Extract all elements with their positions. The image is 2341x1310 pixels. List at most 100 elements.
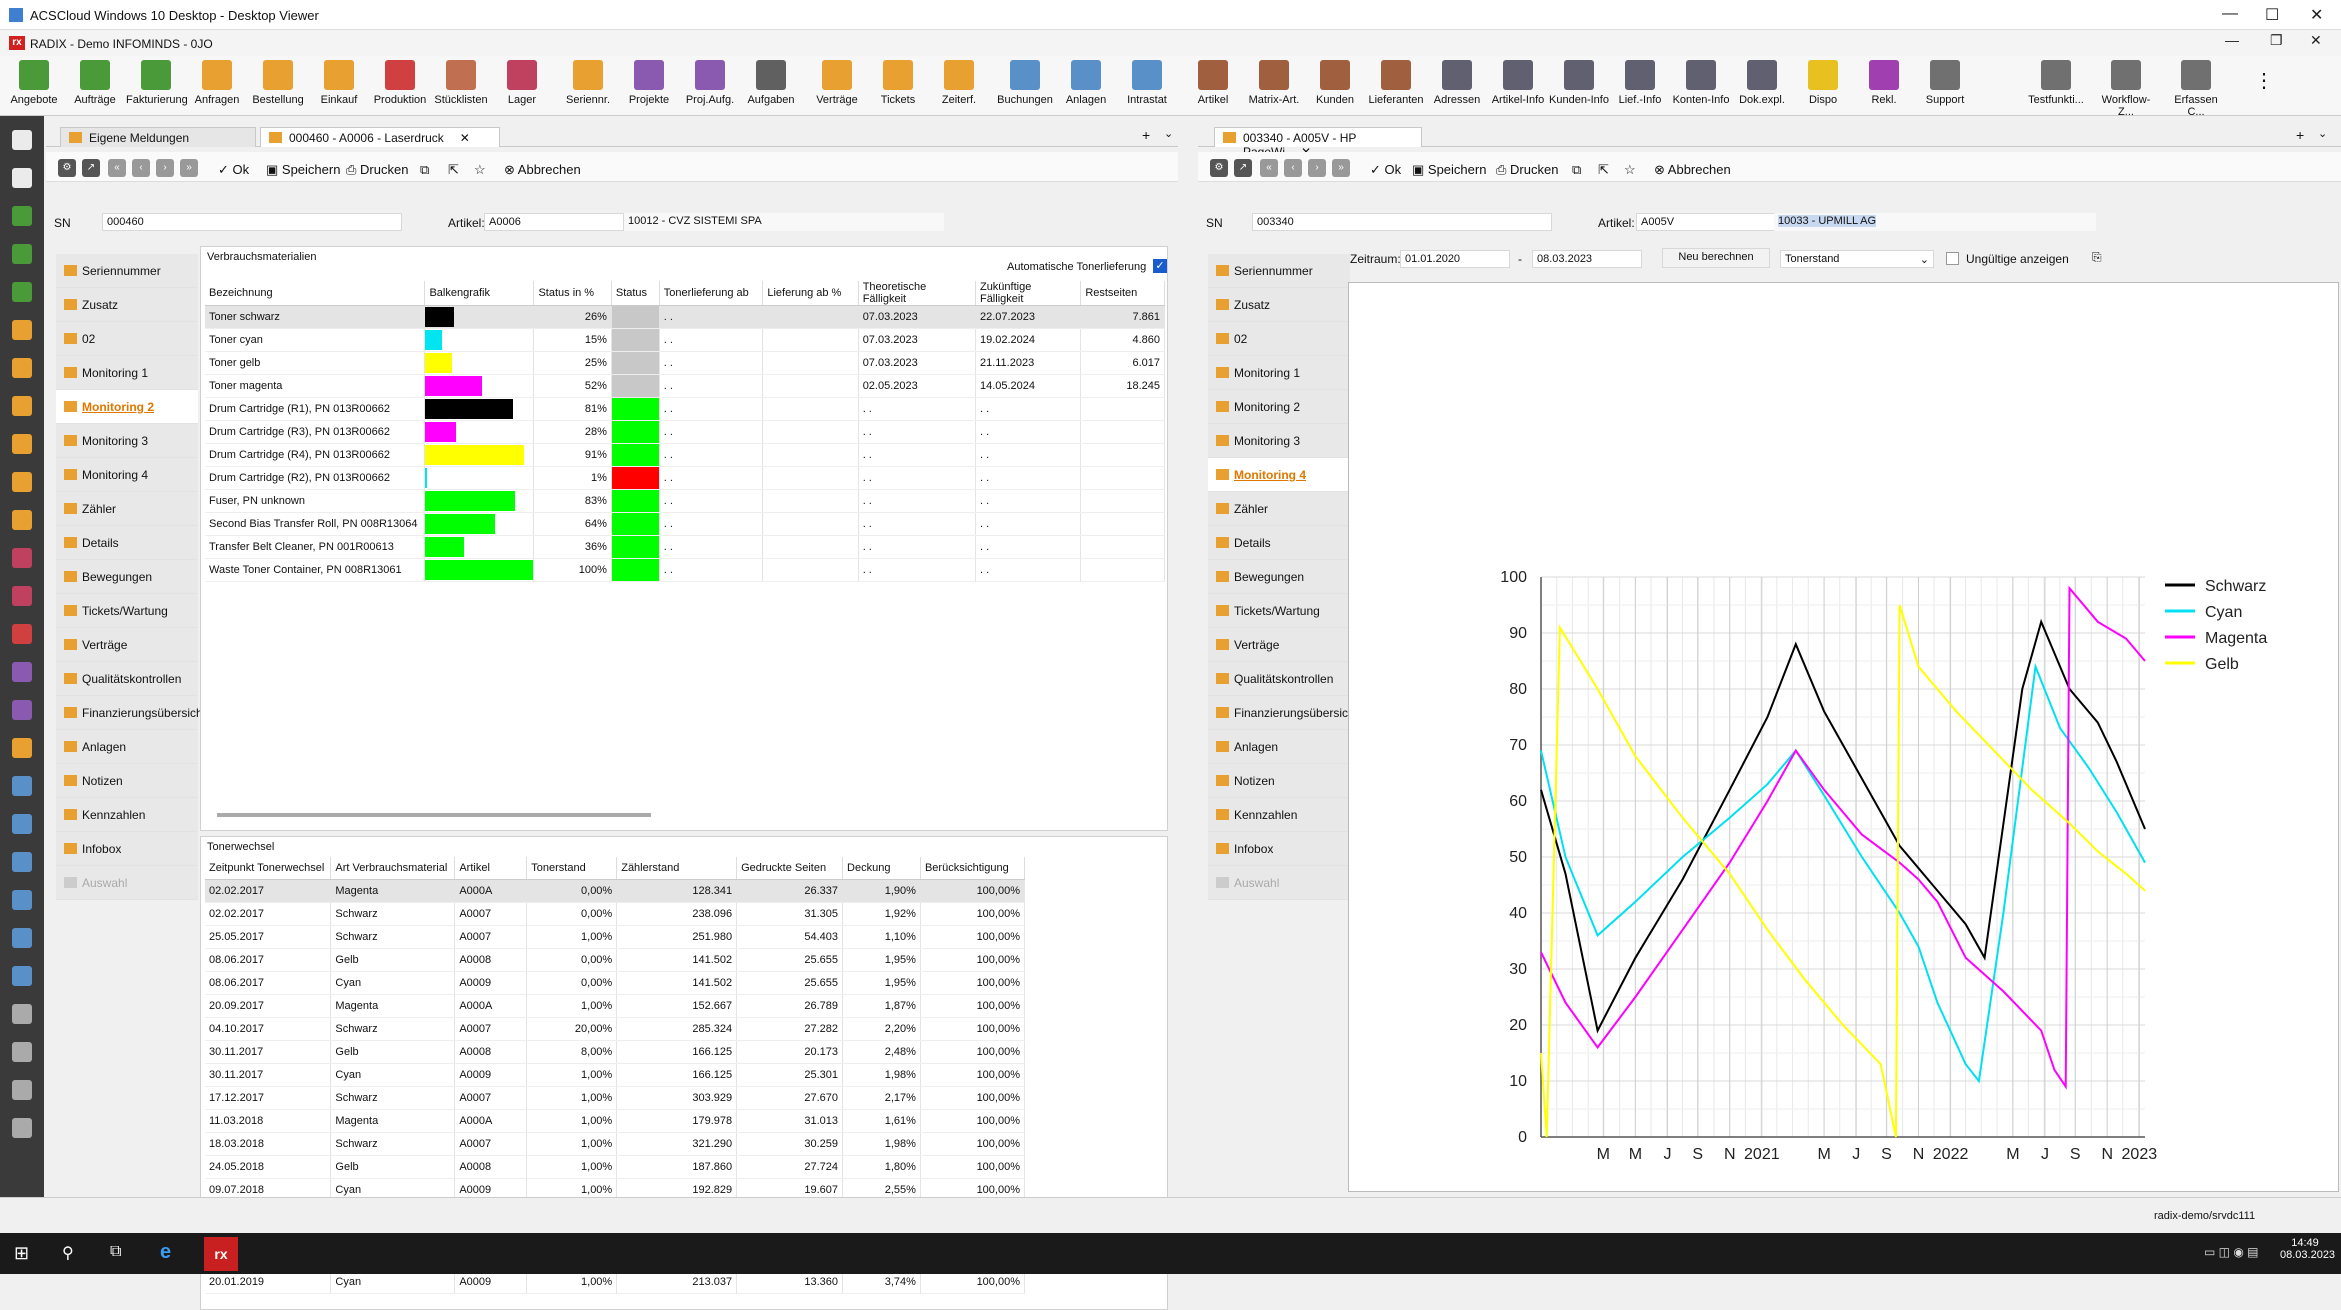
sn-field[interactable]: 000460 [102,213,402,231]
column-header[interactable]: Status in % [533,281,612,306]
sidebar-item-02[interactable]: 02 [1208,322,1350,356]
close-icon[interactable]: ✕ [2310,5,2323,25]
nav-rail-icon-5[interactable] [12,320,32,340]
sidebar-item-zähler[interactable]: Zähler [56,492,198,526]
nav-rail-icon-11[interactable] [12,548,32,568]
sidebar-item-zusatz[interactable]: Zusatz [56,288,198,322]
table-row[interactable]: 11.03.2018 Magenta A000A 1,00% 179.978 31.013… [205,1109,1026,1133]
toolbar-erfassen-c--button[interactable]: Erfassen C... [2166,60,2226,118]
share-icon[interactable]: ↗ [1234,159,1252,177]
sidebar-item-auswahl[interactable]: Auswahl [56,866,198,900]
sidebar-item-monitoring-2[interactable]: Monitoring 2 [56,390,198,424]
toolbar-adressen-button[interactable]: Adressen [1427,60,1487,106]
nav-rail-icon-9[interactable] [12,472,32,492]
tab-close-icon[interactable]: ✕ [460,131,470,145]
toolbar-tickets-button[interactable]: Tickets [868,60,928,106]
chart-settings-icon[interactable]: ⎘ [2092,250,2102,265]
toolbar-konten-info-button[interactable]: Konten-Info [1671,60,1731,106]
toolbar-proj-aufg--button[interactable]: Proj.Aufg. [680,60,740,106]
nav-rail-icon-16[interactable] [12,738,32,758]
invalid-checkbox[interactable] [1946,252,1959,265]
column-header[interactable]: Tonerlieferung ab [659,281,764,306]
recalculate-button[interactable]: Neu berechnen [1662,248,1770,268]
first-record-icon[interactable]: « [1260,159,1278,177]
table-row[interactable]: 20.09.2017 Magenta A000A 1,00% 152.667 26.789… [205,994,1026,1018]
save-button[interactable]: ▣ Speichern [1412,162,1486,178]
table-row[interactable]: 30.11.2017 Gelb A0008 8,00% 166.125 20.173 2,4… [205,1040,1026,1064]
tab-menu-chevron-icon[interactable]: ⌄ [1164,127,1173,140]
toolbar-kunden-button[interactable]: Kunden [1305,60,1365,106]
date-to-field[interactable]: 08.03.2023 [1532,250,1642,268]
table-row[interactable]: Fuser, PN unknown 83%. .. .. . [205,489,1165,513]
sidebar-item-qualitätskontrollen[interactable]: Qualitätskontrollen [1208,662,1350,696]
nav-rail-icon-1[interactable] [12,168,32,188]
sidebar-item-finanzierungsübersicht[interactable]: Finanzierungsübersicht [1208,696,1358,730]
sidebar-item-finanzierungsübersicht[interactable]: Finanzierungsübersicht [56,696,206,730]
windows-start-icon[interactable]: ⊞ [14,1243,29,1264]
column-header[interactable]: Zeitpunkt Tonerwechsel [205,857,332,880]
toolbar-artikel-button[interactable]: Artikel [1183,60,1243,106]
table-row[interactable]: Drum Cartridge (R4), PN 013R00662 91% . ..… [205,443,1165,467]
sidebar-item-seriennummer[interactable]: Seriennummer [1208,254,1350,288]
table-row[interactable]: 04.10.2017 Schwarz A0007 20,00% 285.324 27.28… [205,1017,1026,1041]
prev-record-icon[interactable]: ‹ [1284,159,1302,177]
toolbar-stücklisten-button[interactable]: Stücklisten [431,60,491,106]
table-row[interactable]: 02.02.2017 Magenta A000A 0,00% 128.341 26.337… [205,879,1026,903]
sidebar-item-monitoring-1[interactable]: Monitoring 1 [1208,356,1350,390]
sidebar-item-kennzahlen[interactable]: Kennzahlen [56,798,198,832]
toolbar-produktion-button[interactable]: Produktion [370,60,430,106]
nav-rail-icon-15[interactable] [12,700,32,720]
toolbar-buchungen-button[interactable]: Buchungen [995,60,1055,106]
wrench-icon[interactable]: ⚙ [58,159,76,177]
toolbar-rekl--button[interactable]: Rekl. [1854,60,1914,106]
table-row[interactable]: 17.12.2017 Schwarz A0007 1,00% 303.929 27.670… [205,1086,1026,1110]
sidebar-item-seriennummer[interactable]: Seriennummer [56,254,198,288]
toolbar-fakturierung-button[interactable]: Fakturierung [126,60,188,106]
nav-rail-icon-19[interactable] [12,852,32,872]
add-tab-icon[interactable]: + [1142,127,1150,143]
column-header[interactable]: Bezeichnung [205,281,426,306]
tab-menu-chevron-icon[interactable]: ⌄ [2318,127,2327,140]
next-record-icon[interactable]: › [1308,159,1326,177]
next-record-icon[interactable]: › [156,159,174,177]
toolbar-lief-info-button[interactable]: Lief.-Info [1610,60,1670,106]
nav-rail-icon-2[interactable] [12,206,32,226]
app-close-icon[interactable]: ✕ [2310,32,2322,49]
column-header[interactable]: Art Verbrauchsmaterial [330,857,456,880]
sidebar-item-bewegungen[interactable]: Bewegungen [56,560,198,594]
tab-eigene-meldungen[interactable]: Eigene Meldungen [60,127,256,147]
column-header[interactable]: Tonerstand [526,857,618,880]
toolbar-verträge-button[interactable]: Verträge [807,60,867,106]
sidebar-item-notizen[interactable]: Notizen [1208,764,1350,798]
nav-rail-icon-8[interactable] [12,434,32,454]
toolbar-seriennr--button[interactable]: Seriennr. [558,60,618,106]
toolbar-kunden-info-button[interactable]: Kunden-Info [1549,60,1609,106]
ok-button[interactable]: ✓ Ok [1370,162,1401,178]
auto-toner-checkbox[interactable]: ✓ [1153,259,1167,273]
toolbar-aufgaben-button[interactable]: Aufgaben [741,60,801,106]
table-row[interactable]: Toner schwarz 26% . . 07.03.2023 22.07.2023 7… [205,305,1165,329]
app-restore-icon[interactable]: ❐ [2270,32,2283,49]
toolbar-matrix-art--button[interactable]: Matrix-Art. [1244,60,1304,106]
toolbar-workflow-z--button[interactable]: Workflow-Z... [2096,60,2156,118]
clock[interactable]: 14:49 08.03.2023 [2280,1237,2335,1261]
nav-rail-icon-22[interactable] [12,966,32,986]
nav-rail-icon-26[interactable] [12,1118,32,1138]
toolbar-lieferanten-button[interactable]: Lieferanten [1366,60,1426,106]
column-header[interactable]: Deckung [842,857,921,880]
horizontal-scrollbar[interactable] [217,813,651,817]
sn-field[interactable]: 003340 [1252,213,1552,231]
sidebar-item-monitoring-3[interactable]: Monitoring 3 [1208,424,1350,458]
column-header[interactable]: Lieferung ab % [762,281,859,306]
tray-icons[interactable]: ▭ ◫ ◉ ▤ [2204,1245,2259,1259]
nav-rail-icon-23[interactable] [12,1004,32,1024]
print-button[interactable]: ⎙ Drucken [1496,162,1558,178]
export-icon[interactable]: ⇱ [448,162,459,178]
sidebar-item-02[interactable]: 02 [56,322,198,356]
export-icon[interactable]: ⇱ [1598,162,1609,178]
toolbar-zeiterf--button[interactable]: Zeiterf. [929,60,989,106]
column-header[interactable]: Gedruckte Seiten [736,857,844,880]
sidebar-item-kennzahlen[interactable]: Kennzahlen [1208,798,1350,832]
task-view-icon[interactable]: ⧉ [110,1243,121,1261]
toolbar-angebote-button[interactable]: Angebote [4,60,64,106]
